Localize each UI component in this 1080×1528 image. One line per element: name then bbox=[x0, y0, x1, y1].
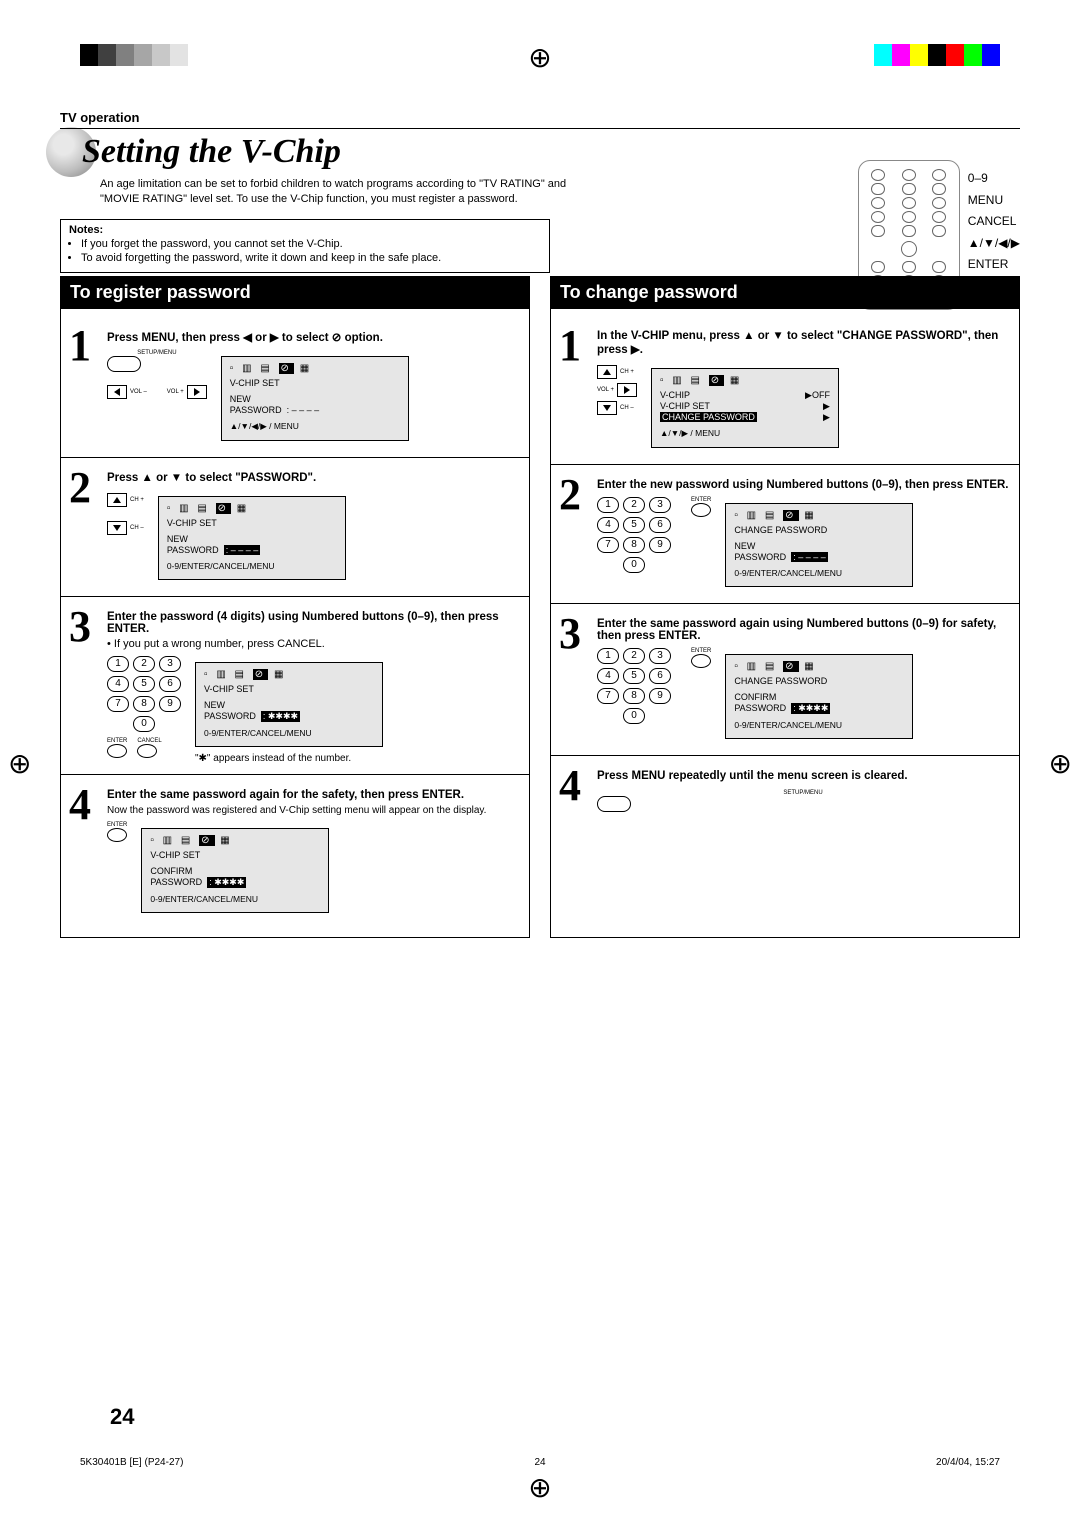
setup-menu-button-icon bbox=[597, 796, 631, 812]
osd-screen: ▫ ▥ ▤ ⊘ ▦ V-CHIP SET NEW PASSWORD : – – … bbox=[221, 356, 409, 441]
vol-plus-icon bbox=[187, 385, 207, 399]
footer-left: 5K30401B [E] (P24-27) bbox=[80, 1457, 183, 1468]
cancel-button-icon bbox=[137, 744, 157, 758]
ch-plus-icon bbox=[107, 493, 127, 507]
note-item: If you forget the password, you cannot s… bbox=[81, 238, 541, 250]
numeric-keypad-icon: 123 456 789 0 bbox=[107, 656, 181, 732]
change-password-column: To change password 1 In the V-CHIP menu,… bbox=[550, 307, 1020, 938]
osd-screen: ▫ ▥ ▤ ⊘ ▦ V-CHIP▶OFF V-CHIP SET▶ CHANGE … bbox=[651, 368, 839, 448]
osd-screen: ▫ ▥ ▤ ⊘ ▦ V-CHIP SET NEW PASSWORD : ✱✱✱✱… bbox=[195, 662, 383, 747]
enter-button-icon bbox=[107, 828, 127, 842]
step-3: 3 Enter the same password again using Nu… bbox=[561, 618, 1009, 745]
registration-mark-right: ⊕ bbox=[1049, 750, 1072, 778]
page-title: Setting the V-Chip bbox=[60, 133, 341, 171]
osd-screen: ▫ ▥ ▤ ⊘ ▦ V-CHIP SET CONFIRM PASSWORD : … bbox=[141, 828, 329, 913]
page-number-large: 24 bbox=[110, 1404, 134, 1430]
setup-menu-button-icon bbox=[107, 356, 141, 372]
remote-label: ENTER bbox=[968, 254, 1020, 276]
enter-button-icon bbox=[691, 503, 711, 517]
step-4: 4 Press MENU repeatedly until the menu s… bbox=[561, 770, 1009, 815]
notes-heading: Notes: bbox=[69, 224, 541, 236]
step-2: 2 Enter the new password using Numbered … bbox=[561, 479, 1009, 593]
footer-center: 24 bbox=[534, 1457, 545, 1468]
remote-label: MENU bbox=[968, 190, 1020, 212]
step-4: 4 Enter the same password again for the … bbox=[71, 789, 519, 919]
footer-right: 20/4/04, 15:27 bbox=[936, 1457, 1000, 1468]
registration-mark-bottom: ⊕ bbox=[528, 1474, 551, 1502]
ch-minus-icon bbox=[107, 521, 127, 535]
registration-mark-top: ⊕ bbox=[528, 44, 551, 72]
step-1: 1 In the V-CHIP menu, press ▲ or ▼ to se… bbox=[561, 330, 1009, 454]
note-item: To avoid forgetting the password, write … bbox=[81, 252, 541, 264]
step-3: 3 Enter the password (4 digits) using Nu… bbox=[71, 611, 519, 764]
remote-label: 0–9 bbox=[968, 168, 1020, 190]
section-heading: TV operation bbox=[60, 110, 1020, 129]
osd-screen: ▫ ▥ ▤ ⊘ ▦ CHANGE PASSWORD NEW PASSWORD :… bbox=[725, 503, 913, 587]
vol-minus-icon bbox=[107, 385, 127, 399]
osd-screen: ▫ ▥ ▤ ⊘ ▦ CHANGE PASSWORD CONFIRM PASSWO… bbox=[725, 654, 913, 739]
enter-button-icon bbox=[691, 654, 711, 668]
column-heading: To register password bbox=[60, 276, 530, 309]
numeric-keypad-icon: 123 456 789 0 bbox=[597, 648, 671, 724]
page-footer: 5K30401B [E] (P24-27) 24 20/4/04, 15:27 bbox=[80, 1457, 1000, 1468]
enter-button-icon bbox=[107, 744, 127, 758]
remote-label: CANCEL bbox=[968, 211, 1020, 233]
numeric-keypad-icon: 123 456 789 0 bbox=[597, 497, 671, 573]
notes-box: Notes: If you forget the password, you c… bbox=[60, 219, 550, 273]
intro-text: An age limitation can be set to forbid c… bbox=[100, 177, 580, 207]
step-1: 1 Press MENU, then press ◀ or ▶ to selec… bbox=[71, 330, 519, 447]
column-heading: To change password bbox=[550, 276, 1020, 309]
register-password-column: To register password 1 Press MENU, then … bbox=[60, 307, 530, 938]
step-2: 2 Press ▲ or ▼ to select "PASSWORD". CH … bbox=[71, 472, 519, 586]
registration-mark-left: ⊕ bbox=[8, 750, 31, 778]
remote-label: ▲/▼/◀/▶ bbox=[968, 233, 1020, 255]
osd-screen: ▫ ▥ ▤ ⊘ ▦ V-CHIP SET NEW PASSWORD : – – … bbox=[158, 496, 346, 580]
